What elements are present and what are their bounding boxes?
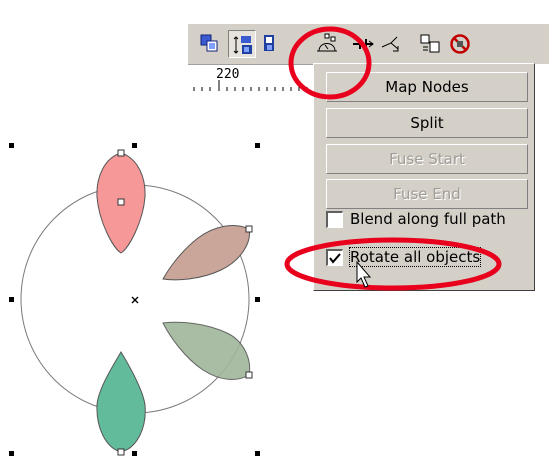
center-marker [131,296,139,304]
map-nodes-button[interactable]: Map Nodes [326,72,528,102]
order-icon[interactable] [258,30,286,58]
selection-handle-s[interactable] [132,451,137,456]
rotate-all-objects-checkbox[interactable] [326,249,343,266]
node-handle[interactable] [245,371,253,379]
petal-end[interactable] [96,351,146,453]
petal-blend-3[interactable] [162,321,251,380]
blend-icon[interactable] [228,30,256,58]
node-handle[interactable] [117,149,125,157]
selection-handle-sw[interactable] [9,451,14,456]
node-handle[interactable] [117,448,125,456]
blend-full-path-checkbox[interactable] [326,211,343,228]
checkmark-icon [329,253,341,264]
fuse-end-button[interactable]: Fuse End [326,179,528,209]
path-icon[interactable] [348,30,376,58]
selection-handle-nw[interactable] [9,143,14,148]
selection-handle-w[interactable] [9,297,14,302]
front-back-icon[interactable] [196,30,224,58]
blend-options-icon[interactable] [312,30,340,58]
node-icon[interactable] [376,30,404,58]
selection-handle-ne[interactable] [255,143,260,148]
selection-handle-e[interactable] [255,297,260,302]
copy-properties-icon[interactable] [416,30,444,58]
blend-full-path-label: Blend along full path [350,210,506,228]
selection-handle-n[interactable] [132,143,137,148]
blend-options-popup: Map Nodes Split Fuse Start Fuse End Blen… [313,63,535,291]
rotate-all-objects-label: Rotate all objects [348,247,482,267]
selection-handle-se[interactable] [255,451,260,456]
blend-toolbar [188,24,549,64]
split-button[interactable]: Split [326,108,528,138]
fuse-start-button[interactable]: Fuse Start [326,144,528,174]
petal-blend-2[interactable] [162,225,250,281]
clear-blend-icon[interactable] [446,30,474,58]
node-handle[interactable] [117,198,125,206]
node-handle[interactable] [245,225,253,233]
horizontal-ruler: 220 [188,64,315,92]
